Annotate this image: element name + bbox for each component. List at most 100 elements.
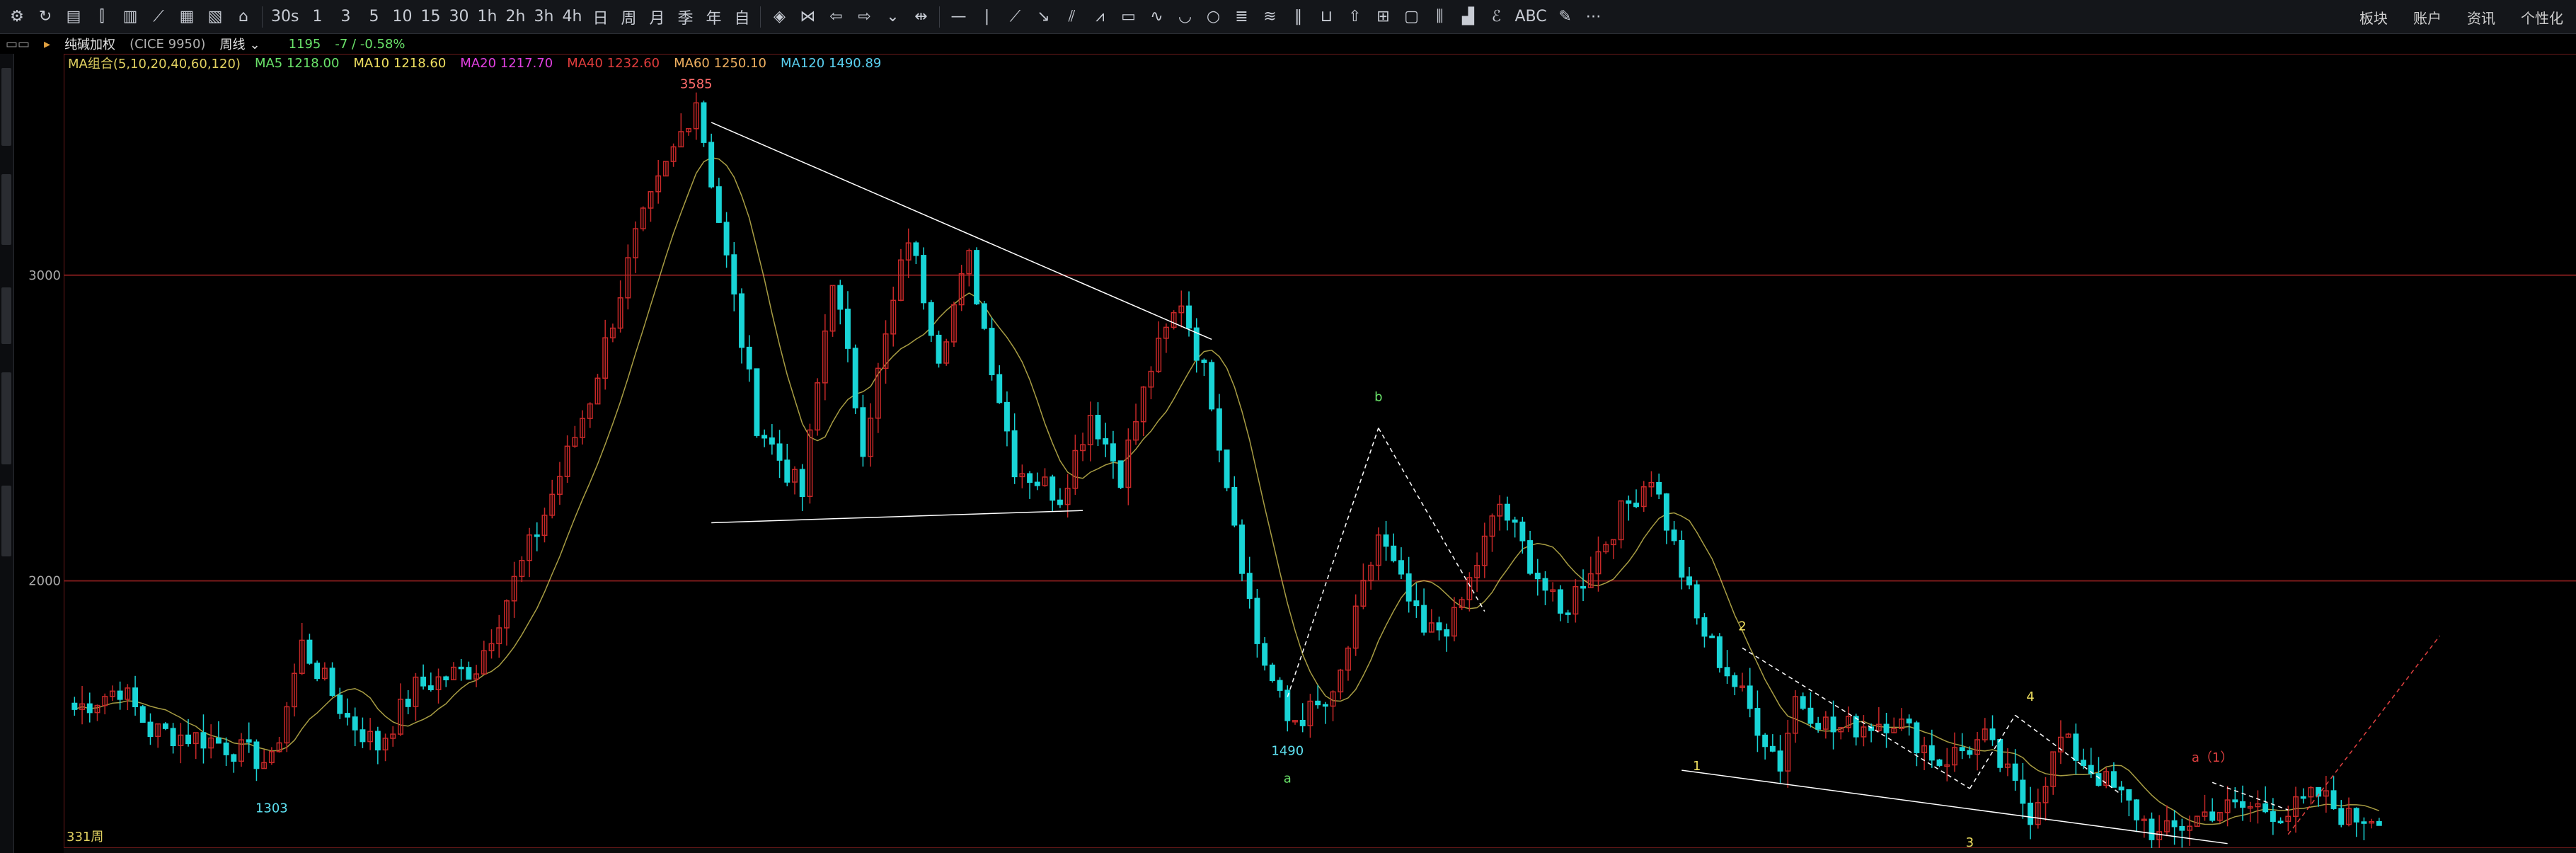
candle-body (2149, 818, 2155, 840)
candle-body (147, 721, 154, 738)
candle-body (1413, 600, 1420, 607)
candle-body (852, 348, 858, 408)
ma-legend: MA组合(5,10,20,40,60,120) MA5 1218.00 MA10… (68, 54, 895, 72)
candle-body (2110, 771, 2117, 788)
candle-body (1754, 708, 1761, 736)
candle-body (132, 687, 139, 708)
candle-body (1967, 750, 1973, 755)
candle-body (1436, 622, 1442, 631)
candle-body (162, 723, 168, 729)
candle-body (1671, 529, 1677, 542)
candle-body (170, 728, 176, 747)
candle-body (329, 668, 335, 697)
candle-body (1928, 745, 1935, 761)
ma-title[interactable]: MA组合(5,10,20,40,60,120) (68, 54, 241, 72)
candle-body (1679, 539, 1685, 578)
candle-body (337, 694, 343, 714)
candle-body (769, 437, 775, 445)
candle-body (1732, 675, 1738, 687)
y-tick-label: 3000 (28, 268, 61, 283)
candle-body (2073, 733, 2079, 761)
candle-body (2262, 803, 2269, 813)
candle-body (223, 742, 229, 755)
candle-body (2081, 760, 2087, 767)
candle-body (405, 699, 411, 707)
candle-body (2020, 779, 2026, 804)
candle-body (1906, 719, 1912, 723)
chart-annotation: 2 (1738, 619, 1746, 634)
candle-body (1959, 747, 1965, 752)
candle-body (1269, 664, 1275, 682)
chart-annotation: 1490 (1271, 744, 1304, 759)
candle-body (1800, 696, 1806, 709)
candle-body (1034, 481, 1040, 486)
candle-body (731, 254, 737, 294)
week-count: 331周 (67, 830, 104, 845)
candle-body (1284, 689, 1291, 721)
candle-body (2277, 820, 2284, 823)
ma-item-20: MA20 1217.70 (460, 55, 553, 71)
candle-body (1299, 720, 1306, 726)
candle-body (2353, 808, 2359, 823)
trend-line (2287, 635, 2441, 835)
candle-body (1405, 573, 1412, 602)
candle-body (1262, 643, 1268, 666)
candle-body (2376, 820, 2382, 826)
ma-item-120: MA120 1490.89 (781, 55, 882, 71)
candle-body (1095, 415, 1101, 440)
candle-body (1527, 540, 1534, 574)
candle-body (1663, 493, 1669, 531)
candle-body (345, 713, 350, 718)
candle-body (215, 737, 222, 744)
candle-body (845, 309, 851, 349)
candle-body (784, 459, 790, 483)
candle-body (989, 328, 995, 375)
candle-body (1633, 503, 1640, 508)
chart-annotation: a (1284, 771, 1292, 786)
candle-body (246, 739, 252, 743)
candle-body (2300, 796, 2306, 799)
candle-body (921, 255, 927, 304)
candle-body (2240, 801, 2246, 808)
candle-body (799, 469, 805, 498)
candle-body (1565, 612, 1571, 615)
candle-body (974, 250, 980, 304)
trend-line (1287, 428, 1379, 697)
candle-body (936, 334, 942, 364)
candle-body (2171, 820, 2178, 828)
candle-body (2012, 763, 2018, 781)
candle-body (1050, 476, 1056, 501)
candle-body (1883, 723, 1890, 733)
candle-body (776, 443, 783, 461)
candle-body (1231, 487, 1238, 526)
candle-body (1110, 443, 1116, 462)
candle-body (2209, 811, 2216, 821)
candle-body (443, 676, 449, 680)
candle-body (466, 667, 472, 680)
kline-chart[interactable]: 200030003585130314901123bac1234a（1）b(2) (0, 0, 2576, 853)
candle-body (1216, 408, 1222, 451)
candle-body (996, 374, 1003, 403)
candle-body (374, 731, 381, 751)
ma-item-5: MA5 1218.00 (254, 55, 340, 71)
candle-body (1534, 573, 1541, 580)
candle-body (715, 186, 722, 223)
candle-body (314, 663, 321, 680)
candle-body (2361, 821, 2367, 824)
candle-body (1239, 524, 1245, 574)
candle-body (1254, 597, 1260, 644)
chart-annotation: b (1374, 390, 1382, 405)
candle-body (139, 706, 146, 723)
candle-body (1117, 460, 1124, 488)
chart-annotation: 1303 (255, 801, 288, 815)
candle-body (1936, 759, 1943, 766)
candle-body (1246, 573, 1253, 600)
candle-body (1997, 739, 2003, 768)
candle-body (1277, 680, 1283, 691)
candle-body (1224, 450, 1230, 488)
ma-item-10: MA10 1218.60 (353, 55, 447, 71)
candle-body (1057, 499, 1063, 505)
chart-annotation: 1 (1693, 759, 1701, 774)
candle-body (701, 102, 707, 143)
candle-body (200, 732, 207, 749)
